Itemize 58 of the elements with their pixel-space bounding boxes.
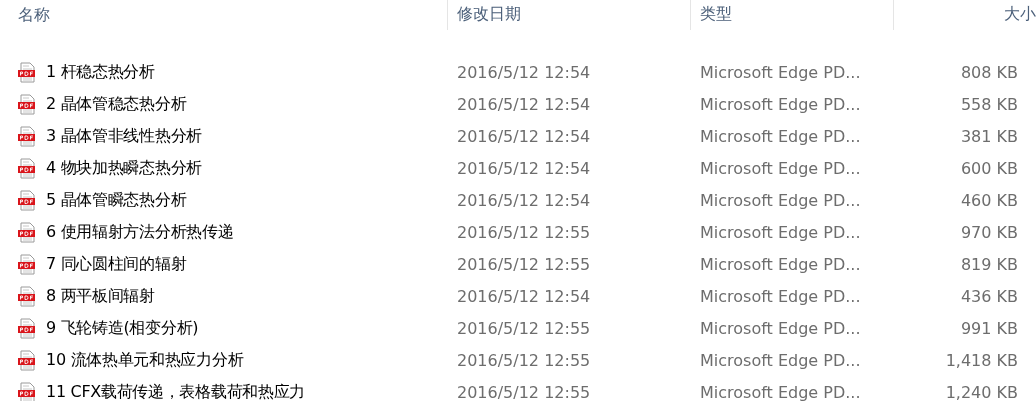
file-size: 1,240 KB <box>944 382 1018 401</box>
file-size: 460 KB <box>959 190 1018 210</box>
file-size: 970 KB <box>959 222 1018 242</box>
column-header[interactable]: 修改日期 <box>448 0 691 30</box>
column-header[interactable]: 名称 <box>0 0 448 30</box>
file-type: Microsoft Edge PD... <box>700 222 862 242</box>
file-name[interactable]: 8 两平板间辐射 <box>46 285 155 307</box>
pdf-file-icon <box>18 285 36 307</box>
file-name[interactable]: 3 晶体管非线性热分析 <box>46 125 202 147</box>
file-size: 1,418 KB <box>944 350 1018 370</box>
file-size: 991 KB <box>959 318 1018 338</box>
file-type: Microsoft Edge PD... <box>700 158 862 178</box>
pdf-file-icon <box>18 125 36 147</box>
modified-date: 2016/5/12 12:55 <box>457 254 592 274</box>
file-name[interactable]: 4 物块加热瞬态热分析 <box>46 157 202 179</box>
modified-date: 2016/5/12 12:55 <box>457 382 592 401</box>
modified-date: 2016/5/12 12:54 <box>457 126 592 146</box>
modified-date: 2016/5/12 12:54 <box>457 158 592 178</box>
file-type: Microsoft Edge PD... <box>700 62 862 82</box>
modified-date: 2016/5/12 12:55 <box>457 318 592 338</box>
pdf-file-icon <box>18 157 36 179</box>
modified-date: 2016/5/12 12:55 <box>457 222 592 242</box>
file-type: Microsoft Edge PD... <box>700 318 862 338</box>
file-name[interactable]: 1 杆稳态热分析 <box>46 61 155 83</box>
file-size: 381 KB <box>959 126 1018 146</box>
file-type: Microsoft Edge PD... <box>700 254 862 274</box>
file-size: 819 KB <box>959 254 1018 274</box>
file-name[interactable]: 11 CFX载荷传递，表格载荷和热应力 <box>46 381 306 401</box>
file-name[interactable]: 10 流体热单元和热应力分析 <box>46 349 244 371</box>
modified-date: 2016/5/12 12:54 <box>457 62 592 82</box>
modified-date: 2016/5/12 12:54 <box>457 286 592 306</box>
file-name[interactable]: 7 同心圆柱间的辐射 <box>46 253 187 275</box>
pdf-file-icon <box>18 93 36 115</box>
file-type: Microsoft Edge PD... <box>700 382 862 401</box>
modified-date: 2016/5/12 12:54 <box>457 94 592 114</box>
file-name[interactable]: 9 飞轮铸造(相变分析) <box>46 317 199 339</box>
file-type: Microsoft Edge PD... <box>700 94 862 114</box>
file-size: 558 KB <box>959 94 1018 114</box>
pdf-file-icon <box>18 253 36 275</box>
column-header[interactable]: 类型 <box>691 0 894 30</box>
file-type: Microsoft Edge PD... <box>700 286 862 306</box>
column-header[interactable]: 大小 <box>894 0 1036 30</box>
modified-date: 2016/5/12 12:54 <box>457 190 592 210</box>
pdf-file-icon <box>18 221 36 243</box>
pdf-file-icon <box>18 189 36 211</box>
file-size: 600 KB <box>959 158 1018 178</box>
file-size: 436 KB <box>959 286 1018 306</box>
file-name[interactable]: 2 晶体管稳态热分析 <box>46 93 187 115</box>
file-type: Microsoft Edge PD... <box>700 350 862 370</box>
file-type: Microsoft Edge PD... <box>700 190 862 210</box>
file-name[interactable]: 5 晶体管瞬态热分析 <box>46 189 187 211</box>
file-name[interactable]: 6 使用辐射方法分析热传递 <box>46 221 234 243</box>
pdf-file-icon <box>18 317 36 339</box>
file-size: 808 KB <box>959 62 1018 82</box>
pdf-file-icon <box>18 349 36 371</box>
modified-date: 2016/5/12 12:55 <box>457 350 592 370</box>
file-type: Microsoft Edge PD... <box>700 126 862 146</box>
pdf-file-icon <box>18 61 36 83</box>
